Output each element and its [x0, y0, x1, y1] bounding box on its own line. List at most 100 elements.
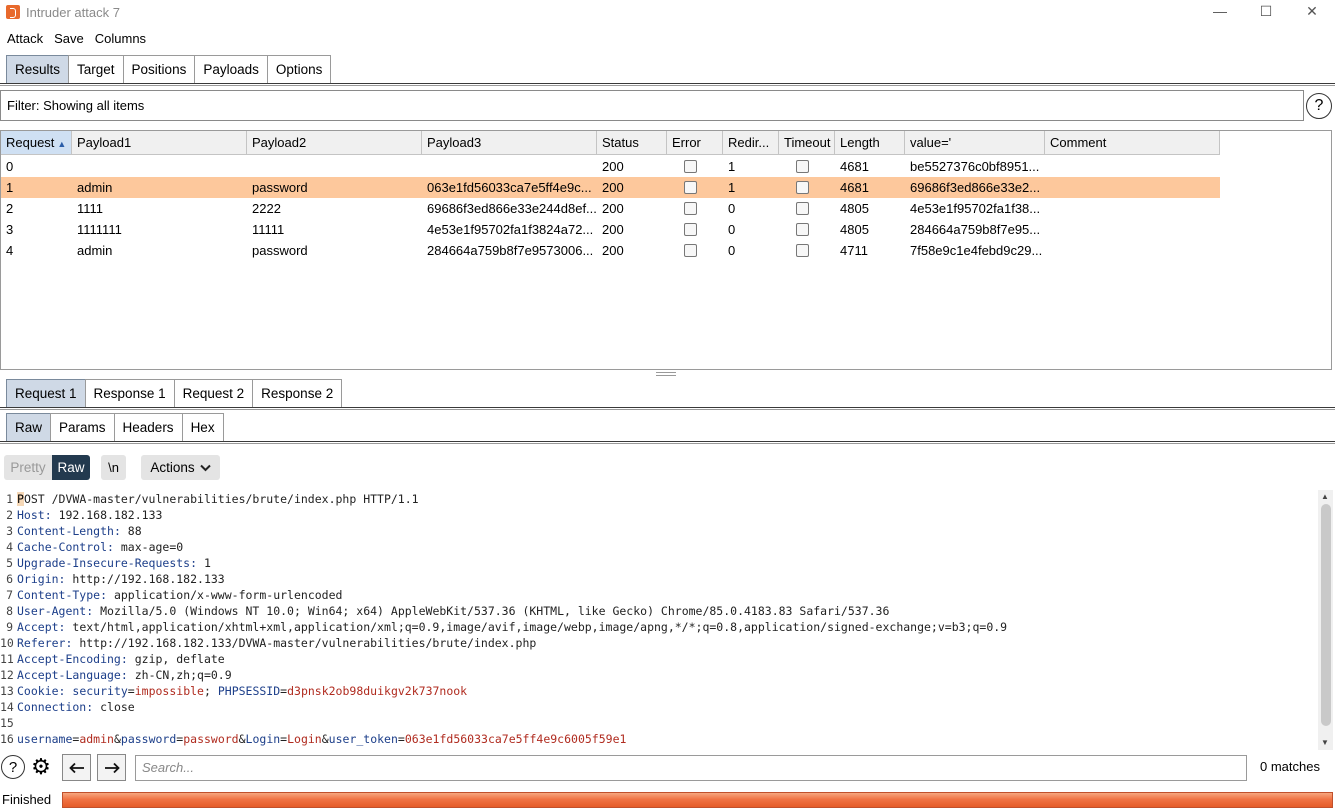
- cell-comment: [1045, 240, 1220, 261]
- cell-redirects: 0: [728, 222, 736, 237]
- maximize-button[interactable]: ☐: [1243, 0, 1289, 22]
- tab-target[interactable]: Target: [68, 55, 124, 83]
- col-payload1[interactable]: Payload1: [72, 131, 247, 155]
- help-icon[interactable]: ?: [1, 755, 25, 779]
- pretty-button[interactable]: Pretty: [4, 455, 52, 480]
- cell-redirects: 1: [728, 159, 736, 174]
- tab-response-2[interactable]: Response 2: [252, 379, 343, 407]
- header-line: 9 Accept: text/html,application/xhtml+xml…: [6, 620, 1008, 634]
- error-checkbox[interactable]: [684, 202, 697, 215]
- gear-icon[interactable]: ⚙: [29, 754, 53, 779]
- header-line: 6 Origin: http://192.168.182.133: [6, 572, 225, 586]
- scroll-up-icon[interactable]: ▲: [1321, 492, 1329, 501]
- tab-params[interactable]: Params: [50, 413, 115, 441]
- view-tabs: Raw Params Headers Hex: [6, 413, 224, 441]
- col-status[interactable]: Status: [597, 131, 667, 155]
- cell-value: be5527376c0bf8951...: [910, 159, 1040, 174]
- title-bar: Intruder attack 7 — ☐ ✕: [0, 0, 1335, 24]
- tab-response-1[interactable]: Response 1: [84, 379, 175, 407]
- main-tabs: Results Target Positions Payloads Option…: [6, 55, 332, 83]
- col-value[interactable]: value=': [905, 131, 1045, 155]
- timeout-checkbox[interactable]: [796, 244, 809, 257]
- editor-scrollbar[interactable]: ▲ ▼: [1318, 490, 1333, 750]
- timeout-checkbox[interactable]: [796, 202, 809, 215]
- tab-request-1[interactable]: Request 1: [6, 379, 86, 407]
- col-request[interactable]: Request ▲: [1, 131, 72, 155]
- cell-timeout: [779, 156, 835, 177]
- help-icon[interactable]: ?: [1306, 93, 1332, 119]
- header-line: 3 Content-Length: 88: [6, 524, 142, 538]
- cell-error: [667, 177, 723, 198]
- tab-raw[interactable]: Raw: [6, 413, 52, 441]
- scroll-down-icon[interactable]: ▼: [1321, 738, 1329, 747]
- tab-request-2[interactable]: Request 2: [173, 379, 254, 407]
- timeout-checkbox[interactable]: [796, 223, 809, 236]
- cell-request: 3: [6, 222, 14, 237]
- scroll-thumb[interactable]: [1321, 504, 1331, 726]
- col-payload3[interactable]: Payload3: [422, 131, 597, 155]
- tab-options[interactable]: Options: [266, 55, 332, 83]
- burp-logo-icon: [6, 5, 20, 19]
- col-comment[interactable]: Comment: [1045, 131, 1220, 155]
- table-row-selected[interactable]: 1 admin password 063e1fd56033ca7e5ff4e9c…: [1, 177, 1220, 198]
- tab-results[interactable]: Results: [6, 55, 70, 83]
- detail-tabs: Request 1 Response 1 Request 2 Response …: [6, 379, 343, 407]
- body-line: 16 username=admin&password=password&Login…: [0, 732, 627, 746]
- cell-length: 4681: [840, 180, 869, 195]
- col-redirects[interactable]: Redir...: [723, 131, 779, 155]
- table-row[interactable]: 0 200 1 4681 be5527376c0bf8951...: [1, 156, 1220, 177]
- tab-headers[interactable]: Headers: [113, 413, 183, 441]
- header-line: 14 Connection: close: [0, 700, 135, 714]
- cell-payload2: 2222: [252, 201, 281, 216]
- newline-toggle-button[interactable]: \n: [101, 455, 126, 480]
- tab-positions[interactable]: Positions: [122, 55, 196, 83]
- close-button[interactable]: ✕: [1289, 0, 1335, 22]
- raw-button[interactable]: Raw: [52, 455, 90, 480]
- error-checkbox[interactable]: [684, 244, 697, 257]
- tab-hex[interactable]: Hex: [181, 413, 224, 441]
- previous-match-button[interactable]: [62, 754, 91, 781]
- error-checkbox[interactable]: [684, 223, 697, 236]
- cell-length: 4681: [840, 159, 869, 174]
- table-row[interactable]: 4 admin password 284664a759b8f7e9573006.…: [1, 240, 1220, 261]
- col-payload2[interactable]: Payload2: [247, 131, 422, 155]
- tab-divider: [0, 441, 1335, 444]
- menu-bar: Attack Save Columns: [0, 28, 150, 50]
- search-input[interactable]: Search...: [135, 755, 1247, 781]
- table-row[interactable]: 2 1111 2222 69686f3ed866e33e244d8ef... 2…: [1, 198, 1220, 219]
- error-checkbox[interactable]: [684, 181, 697, 194]
- cell-status: 200: [602, 201, 624, 216]
- cell-redirects: 0: [728, 201, 736, 216]
- cookie-line: 13 Cookie: security=impossible; PHPSESSID…: [0, 684, 468, 698]
- tab-payloads[interactable]: Payloads: [194, 55, 268, 83]
- table-row[interactable]: 3 1111111 11111 4e53e1f95702fa1f3824a72.…: [1, 219, 1220, 240]
- filter-bar[interactable]: Filter: Showing all items: [0, 90, 1304, 121]
- col-length[interactable]: Length: [835, 131, 905, 155]
- menu-save[interactable]: Save: [50, 28, 88, 50]
- minimize-button[interactable]: —: [1197, 0, 1243, 22]
- pane-splitter[interactable]: [656, 372, 676, 376]
- cell-redirects: 1: [728, 180, 736, 195]
- cell-error: [667, 240, 723, 261]
- header-line: 5 Upgrade-Insecure-Requests: 1: [6, 556, 211, 570]
- cell-timeout: [779, 219, 835, 240]
- cell-value: 7f58e9c1e4febd9c29...: [910, 243, 1043, 258]
- timeout-checkbox[interactable]: [796, 181, 809, 194]
- col-timeout[interactable]: Timeout: [779, 131, 835, 155]
- menu-columns[interactable]: Columns: [91, 28, 150, 50]
- menu-attack[interactable]: Attack: [3, 28, 47, 50]
- request-editor[interactable]: 1 POST /DVWA-master/vulnerabilities/brute…: [0, 490, 1318, 750]
- cell-length: 4711: [840, 243, 868, 258]
- arrow-right-icon: [104, 762, 120, 773]
- actions-button[interactable]: Actions: [141, 455, 220, 480]
- error-checkbox[interactable]: [684, 160, 697, 173]
- next-match-button[interactable]: [97, 754, 126, 781]
- arrow-left-icon: [68, 762, 84, 773]
- cell-request: 0: [6, 159, 14, 174]
- cell-payload3: 4e53e1f95702fa1f3824a72...: [427, 222, 594, 237]
- cell-payload1: 1111111: [77, 222, 122, 237]
- timeout-checkbox[interactable]: [796, 160, 809, 173]
- actions-label: Actions: [150, 460, 195, 475]
- col-error[interactable]: Error: [667, 131, 723, 155]
- cell-request: 4: [6, 243, 14, 258]
